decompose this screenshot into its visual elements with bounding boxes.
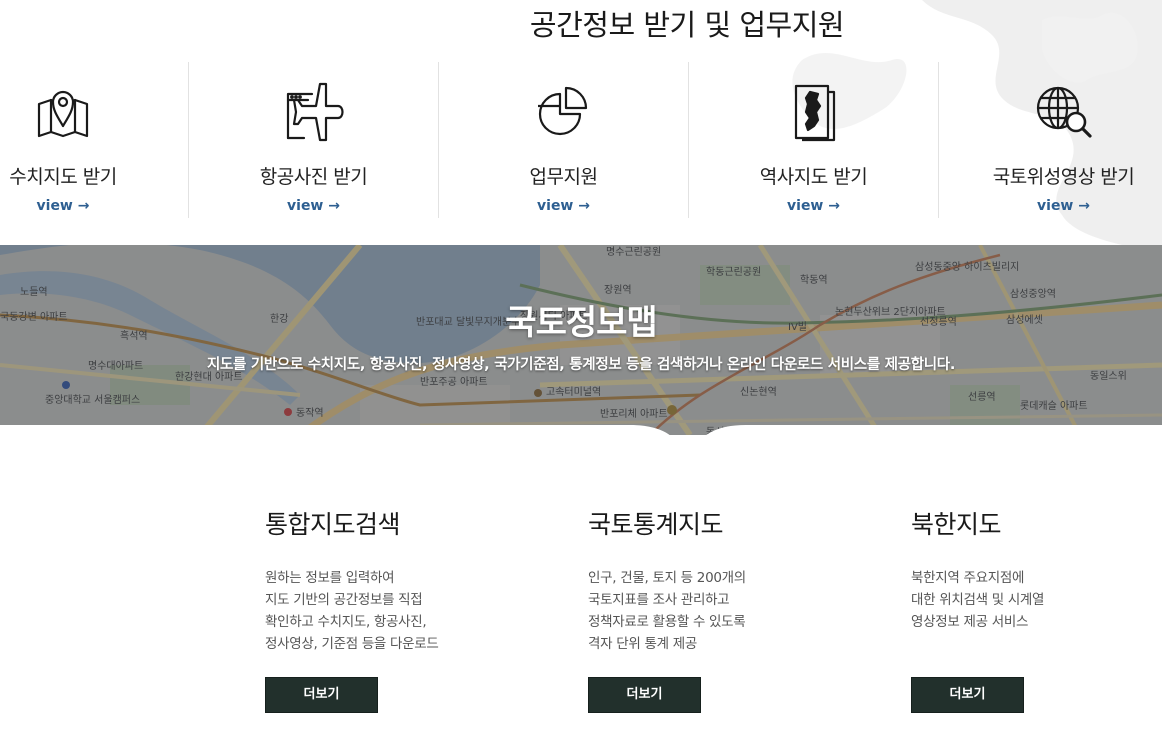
desc-line: 대한 위치검색 및 시계열 [911,592,1045,608]
service-label: 수치지도 받기 [9,166,117,188]
banner-subtitle: 지도를 기반으로 수치지도, 항공사진, 정사영상, 국가기준점, 통계정보 등… [206,357,956,373]
more-button[interactable]: 더보기 [588,677,701,713]
desc-line: 확인하고 수치지도, 항공사진, [265,614,427,630]
service-digital-map[interactable]: 수치지도 받기 view → [0,62,188,218]
globe-search-icon [1032,82,1096,142]
more-button[interactable]: 더보기 [265,677,378,713]
card-integrated-map-search: 통합지도검색 원하는 정보를 입력하여 지도 기반의 공간정보를 직접 확인하고… [265,505,545,713]
pie-chart-icon [532,82,596,142]
desc-line: 북한지역 주요지점에 [911,570,1025,586]
card-title: 국토통계지도 [588,510,724,539]
card-description: 원하는 정보를 입력하여 지도 기반의 공간정보를 직접 확인하고 수치지도, … [265,567,545,677]
service-label: 항공사진 받기 [259,166,368,188]
services-section: 공간정보 받기 및 업무지원 수치지도 받기 view → 항공사진 받기 vi… [0,0,1162,245]
desc-line: 원하는 정보를 입력하여 [265,570,395,586]
desc-line: 국토지표를 조사 관리하고 [588,592,730,608]
card-national-statistics-map: 국토통계지도 인구, 건물, 토지 등 200개의 국토지표를 조사 관리하고 … [588,505,868,713]
service-historic-map[interactable]: 역사지도 받기 view → [688,62,938,218]
service-label: 업무지원 [529,166,598,188]
airplane-icon [282,82,346,142]
more-button[interactable]: 더보기 [911,677,1024,713]
view-link[interactable]: view → [0,198,188,214]
service-aerial-photo[interactable]: 항공사진 받기 view → [188,62,438,218]
desc-line: 영상정보 제공 서비스 [911,614,1029,630]
view-link[interactable]: view → [689,198,938,214]
korea-map-document-icon [782,82,846,142]
national-map-banner[interactable]: 노들역 국동강변 아파트 흑석역 명수대아파트 한강현대 아파트 중앙대학교 서… [0,245,1162,435]
desc-line: 정책자료로 활용할 수 있도록 [588,614,746,630]
card-north-korea-map: 북한지도 북한지역 주요지점에 대한 위치검색 및 시계열 영상정보 제공 서비… [911,505,1151,713]
card-description: 북한지역 주요지점에 대한 위치검색 및 시계열 영상정보 제공 서비스 [911,567,1151,677]
service-label: 국토위성영상 받기 [992,166,1135,188]
services-title: 공간정보 받기 및 업무지원 [529,8,845,42]
view-link[interactable]: view → [189,198,438,214]
service-satellite-image[interactable]: 국토위성영상 받기 view → [938,62,1162,218]
service-work-support[interactable]: 업무지원 view → [438,62,688,218]
service-label: 역사지도 받기 [759,166,868,188]
desc-line: 정사영상, 기준점 등을 다운로드 [265,636,439,652]
card-description: 인구, 건물, 토지 등 200개의 국토지표를 조사 관리하고 정책자료로 활… [588,567,868,677]
map-pin-icon [31,82,95,142]
card-title: 북한지도 [911,510,1002,539]
desc-line: 지도 기반의 공간정보를 직접 [265,592,423,608]
desc-line: 인구, 건물, 토지 등 200개의 [588,570,746,586]
desc-line: 격자 단위 통계 제공 [588,636,697,652]
banner-title: 국토정보맵 [505,303,657,343]
view-link[interactable]: view → [439,198,688,214]
card-title: 통합지도검색 [265,510,401,539]
banner-notch [0,425,1162,465]
view-link[interactable]: view → [939,198,1162,214]
